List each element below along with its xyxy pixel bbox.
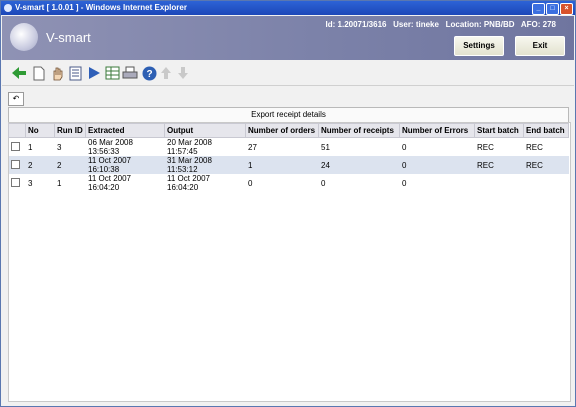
row-checkbox[interactable] xyxy=(11,141,20,151)
move-down-icon[interactable] xyxy=(175,65,191,81)
row-checkbox[interactable] xyxy=(11,159,20,169)
column-header[interactable]: Extracted xyxy=(85,123,165,138)
app-header: V-smart Id: 1.20071/3616 User: tineke Lo… xyxy=(2,16,574,60)
cell-receipts: 0 xyxy=(321,178,326,188)
cell-start-batch xyxy=(475,174,524,192)
new-document-icon[interactable] xyxy=(31,65,47,81)
column-header[interactable]: No xyxy=(25,123,55,138)
help-icon[interactable]: ? xyxy=(141,65,157,81)
browser-window: V-smart [ 1.0.01 ] - Windows Internet Ex… xyxy=(0,0,576,407)
column-header[interactable]: Number of orders xyxy=(245,123,319,138)
svg-text:?: ? xyxy=(146,69,152,80)
cell-start-batch: REC xyxy=(477,142,494,152)
column-header[interactable]: Number of receipts xyxy=(318,123,400,138)
results-table: No Run ID Extracted Output Number of ord… xyxy=(8,123,569,192)
ie-icon xyxy=(4,4,12,12)
afo-label: AFO: 278 xyxy=(520,20,556,29)
cell-no: 2 xyxy=(25,156,55,174)
cell-end-batch xyxy=(524,174,569,192)
column-header[interactable]: Start batch xyxy=(474,123,524,138)
column-header[interactable]: Run ID xyxy=(54,123,86,138)
cell-run-id: 2 xyxy=(54,156,86,174)
cell-run-id: 1 xyxy=(57,178,62,188)
column-header[interactable]: End batch xyxy=(523,123,569,138)
table-row[interactable]: 2 2 11 Oct 2007 16:10:38 31 Mar 2008 11:… xyxy=(8,156,569,174)
cell-extracted: 11 Oct 2007 16:04:20 xyxy=(88,174,131,192)
table-output-icon[interactable] xyxy=(104,65,120,81)
cell-orders: 0 xyxy=(248,178,253,188)
cell-output: 31 Mar 2008 11:53:12 xyxy=(164,156,246,174)
details-list-icon[interactable] xyxy=(68,65,84,81)
back-arrow-icon[interactable] xyxy=(11,65,27,81)
cell-errors: 0 xyxy=(399,156,475,174)
cell-extracted: 06 Mar 2008 13:56:33 xyxy=(88,138,133,156)
cell-orders: 27 xyxy=(248,142,257,152)
table-row[interactable]: 3 1 11 Oct 2007 16:04:20 11 Oct 2007 16:… xyxy=(9,174,569,192)
undo-icon[interactable]: ↶ xyxy=(8,92,24,106)
user-label: User: tineke xyxy=(393,20,439,29)
cell-output: 11 Oct 2007 16:04:20 xyxy=(167,174,210,192)
cell-run-id: 3 xyxy=(57,142,62,152)
print-icon[interactable] xyxy=(122,65,138,81)
close-button[interactable]: × xyxy=(560,3,573,15)
cell-errors: 0 xyxy=(402,142,407,152)
toolbar: ? xyxy=(2,61,574,86)
table-header-row: No Run ID Extracted Output Number of ord… xyxy=(8,123,569,138)
cell-output: 20 Mar 2008 11:57:45 xyxy=(167,138,212,156)
settings-button[interactable]: Settings xyxy=(454,36,504,56)
exit-button[interactable]: Exit xyxy=(515,36,565,56)
hand-select-icon[interactable] xyxy=(49,65,65,81)
minimize-button[interactable]: _ xyxy=(532,3,545,15)
logo-text: V-smart xyxy=(46,30,91,45)
id-label: Id: 1.20071/3616 xyxy=(325,20,387,29)
session-info: Id: 1.20071/3616 User: tineke Location: … xyxy=(326,20,556,29)
cell-no: 3 xyxy=(28,178,33,188)
section-title: Export receipt details xyxy=(8,107,569,123)
cell-extracted: 11 Oct 2007 16:10:38 xyxy=(85,156,165,174)
cell-receipts: 51 xyxy=(321,142,330,152)
vsmart-logo-icon xyxy=(10,23,38,51)
cell-end-batch: REC xyxy=(523,156,569,174)
column-header[interactable]: Number of Errors xyxy=(399,123,475,138)
play-run-icon[interactable] xyxy=(86,65,102,81)
cell-receipts: 24 xyxy=(318,156,400,174)
location-label: Location: PNB/BD xyxy=(445,20,515,29)
select-column-header xyxy=(8,123,26,138)
cell-errors: 0 xyxy=(402,178,407,188)
cell-end-batch: REC xyxy=(526,142,543,152)
maximize-button[interactable]: □ xyxy=(546,3,559,15)
row-checkbox[interactable] xyxy=(11,177,20,187)
window-titlebar: V-smart [ 1.0.01 ] - Windows Internet Ex… xyxy=(1,1,575,15)
column-header[interactable]: Output xyxy=(164,123,246,138)
move-up-icon[interactable] xyxy=(158,65,174,81)
window-title: V-smart [ 1.0.01 ] - Windows Internet Ex… xyxy=(15,3,187,12)
cell-orders: 1 xyxy=(245,156,319,174)
cell-start-batch: REC xyxy=(474,156,524,174)
cell-no: 1 xyxy=(28,142,33,152)
table-row[interactable]: 1 3 06 Mar 2008 13:56:33 20 Mar 2008 11:… xyxy=(9,138,569,156)
